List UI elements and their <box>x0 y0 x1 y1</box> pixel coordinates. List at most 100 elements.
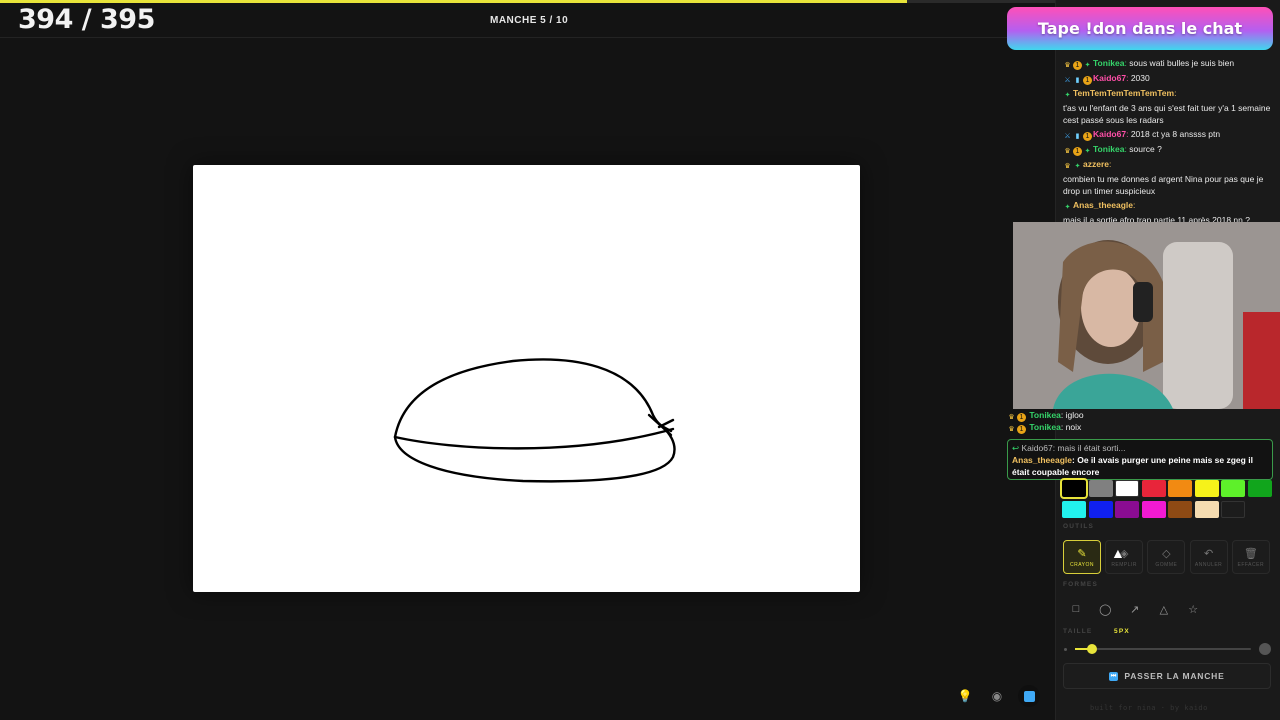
reply-message: ↩ Kaido67: mais il était sorti... Anas_t… <box>1007 439 1273 480</box>
chat-username[interactable]: Kaido67 <box>1093 73 1126 83</box>
chat-username[interactable]: Anas_theeagle <box>1073 200 1133 210</box>
tool-effacer-button[interactable]: 🗑 EFFACER <box>1231 540 1270 574</box>
chat-text: t'as vu l'enfant de 3 ans qui s'est fait… <box>1063 103 1271 125</box>
dome-stroke <box>393 358 673 439</box>
donation-banner: Tape !don dans le chat <box>1007 7 1273 50</box>
chat-message: ⚔ ▮ 1 Kaido67: 2018 ct ya 8 anssss ptn <box>1064 129 1221 141</box>
tool-gomme-button[interactable]: ◇ GOMME <box>1147 540 1186 574</box>
color-swatch[interactable] <box>1221 501 1245 518</box>
green-badge: ✦ <box>1084 148 1091 155</box>
chat-message: ✦ Anas_theeagle: <box>1064 200 1136 211</box>
base-stroke <box>393 425 676 483</box>
color-swatch[interactable] <box>1194 501 1219 518</box>
round-progress-bar <box>0 0 1055 3</box>
tool-crayon-button[interactable]: ✎ CRAYON <box>1063 540 1101 574</box>
color-swatch[interactable] <box>1141 480 1166 497</box>
overlay-text: noix <box>1063 422 1082 432</box>
color-swatch[interactable] <box>1115 480 1139 497</box>
eye-icon[interactable]: ◉ <box>986 685 1008 707</box>
pass-round-button[interactable]: ⏭ PASSER LA MANCHE <box>1063 663 1271 689</box>
color-swatch[interactable] <box>1062 501 1086 518</box>
crown-icon: ♛ <box>1064 163 1071 170</box>
tools-section-label: OUTILS <box>1063 523 1095 530</box>
sword-icon: ⚔ <box>1064 77 1071 84</box>
arrow-icon[interactable]: ↗ <box>1123 598 1147 620</box>
green-badge: ✦ <box>1084 62 1091 69</box>
footer-credit: built for nina · by kaido <box>1090 704 1208 712</box>
triangle-icon[interactable]: △ <box>1152 598 1176 620</box>
reply-quote: ↩ Kaido67: mais il était sorti... <box>1012 443 1126 453</box>
gold-badge: 1 <box>1083 132 1092 141</box>
color-swatch[interactable] <box>1088 501 1113 518</box>
color-swatch[interactable] <box>1115 501 1139 518</box>
chat-text: 2018 ct ya 8 anssss ptn <box>1128 129 1221 139</box>
size-max-dot <box>1259 643 1271 655</box>
color-swatch[interactable] <box>1221 480 1245 497</box>
reply-quote-user: Kaido67 <box>1021 443 1053 453</box>
webcam-feed <box>1013 222 1280 409</box>
size-value: 5PX <box>1114 628 1130 635</box>
undo-icon: ↶ <box>1203 547 1214 560</box>
tool-label: GOMME <box>1155 561 1178 568</box>
pass-round-label: PASSER LA MANCHE <box>1124 671 1225 681</box>
hint-bulb-icon[interactable]: 💡 <box>954 685 976 707</box>
webcam-image <box>1013 222 1280 409</box>
overlay-username[interactable]: Tonikea <box>1029 422 1061 432</box>
star-icon[interactable]: ☆ <box>1181 598 1205 620</box>
crown-icon: ♛ <box>1064 62 1071 69</box>
chat-message: ♛ 1 ✦ Tonikea: sous wati bulles je suis bie… <box>1064 58 1235 70</box>
chat-message: ⚔ ▮ 1 Kaido67: 2030 <box>1064 73 1150 85</box>
size-slider[interactable] <box>1075 648 1251 650</box>
ellipse-icon[interactable]: ◯ <box>1093 598 1117 620</box>
green-badge: ✦ <box>1074 163 1081 170</box>
chat-username[interactable]: Tonikea <box>1093 58 1125 68</box>
sword-icon: ⚔ <box>1064 133 1071 140</box>
overlay-chat-line: ♛ 1 Tonikea: igloo <box>1008 410 1084 422</box>
color-swatch[interactable] <box>1168 480 1192 497</box>
gold-badge: 1 <box>1083 76 1092 85</box>
chat-feed: ♛ 1 ✦ Tonikea: sous wati bulles je suis bie… <box>1063 58 1273 230</box>
mouse-cursor-icon: ▲ <box>1111 545 1125 561</box>
green-badge: ✦ <box>1064 92 1071 99</box>
tool-label: EFFACER <box>1237 561 1265 568</box>
chat-overlay: ♛ 1 Tonikea: igloo ♛ 1 Tonikea: noix <box>1007 410 1273 434</box>
gold-badge: 1 <box>1073 61 1082 70</box>
green-badge: ✦ <box>1064 204 1071 211</box>
gold-badge: 1 <box>1073 147 1082 156</box>
score-counter: 394 / 395 <box>18 4 155 35</box>
overlay-username[interactable]: Tonikea <box>1029 410 1061 420</box>
chat-message: ♛ ✦ azzere: <box>1064 159 1112 170</box>
color-swatch[interactable] <box>1168 501 1192 518</box>
color-swatch[interactable] <box>1141 501 1166 518</box>
color-swatch[interactable] <box>1194 480 1219 497</box>
drawing-canvas[interactable] <box>193 165 860 592</box>
size-slider-thumb[interactable] <box>1087 644 1097 654</box>
chat-username[interactable]: TemTemTemTemTemTem <box>1073 88 1174 98</box>
chat-text: 2030 <box>1128 73 1150 83</box>
chat-username[interactable]: Tonikea <box>1093 144 1125 154</box>
tool-label: ANNULER <box>1194 561 1223 568</box>
round-indicator: MANCHE 5 / 10 <box>490 15 569 26</box>
middle-stroke <box>393 427 675 450</box>
tool-label: REMPLIR <box>1111 561 1138 568</box>
chat-text: combien tu me donnes d argent Nina pour … <box>1063 174 1264 196</box>
size-section-label: TAILLE <box>1063 628 1093 635</box>
overlay-text: igloo <box>1063 410 1084 420</box>
tool-annuler-button[interactable]: ↶ ANNULER <box>1189 540 1228 574</box>
skip-icon: ⏭ <box>1109 671 1119 681</box>
tool-label: CRAYON <box>1069 561 1095 568</box>
size-min-dot <box>1064 648 1067 651</box>
overlay-chat-line: ♛ 1 Tonikea: noix <box>1008 422 1082 434</box>
chat-message: combien tu me donnes d argent Nina pour … <box>1063 174 1273 197</box>
color-swatch[interactable] <box>1060 478 1088 499</box>
rectangle-icon[interactable]: □ <box>1064 598 1088 620</box>
chat-username[interactable]: Kaido67 <box>1093 129 1126 139</box>
bar-badge: ▮ <box>1075 77 1080 84</box>
pause-icon[interactable] <box>1018 685 1040 707</box>
chat-username[interactable]: azzere <box>1083 159 1109 169</box>
chat-message: t'as vu l'enfant de 3 ans qui s'est fait… <box>1063 103 1273 126</box>
chat-text: source ? <box>1126 144 1162 154</box>
color-swatch[interactable] <box>1088 480 1113 497</box>
color-swatch[interactable] <box>1247 480 1272 497</box>
eraser-icon: ◇ <box>1162 547 1171 560</box>
